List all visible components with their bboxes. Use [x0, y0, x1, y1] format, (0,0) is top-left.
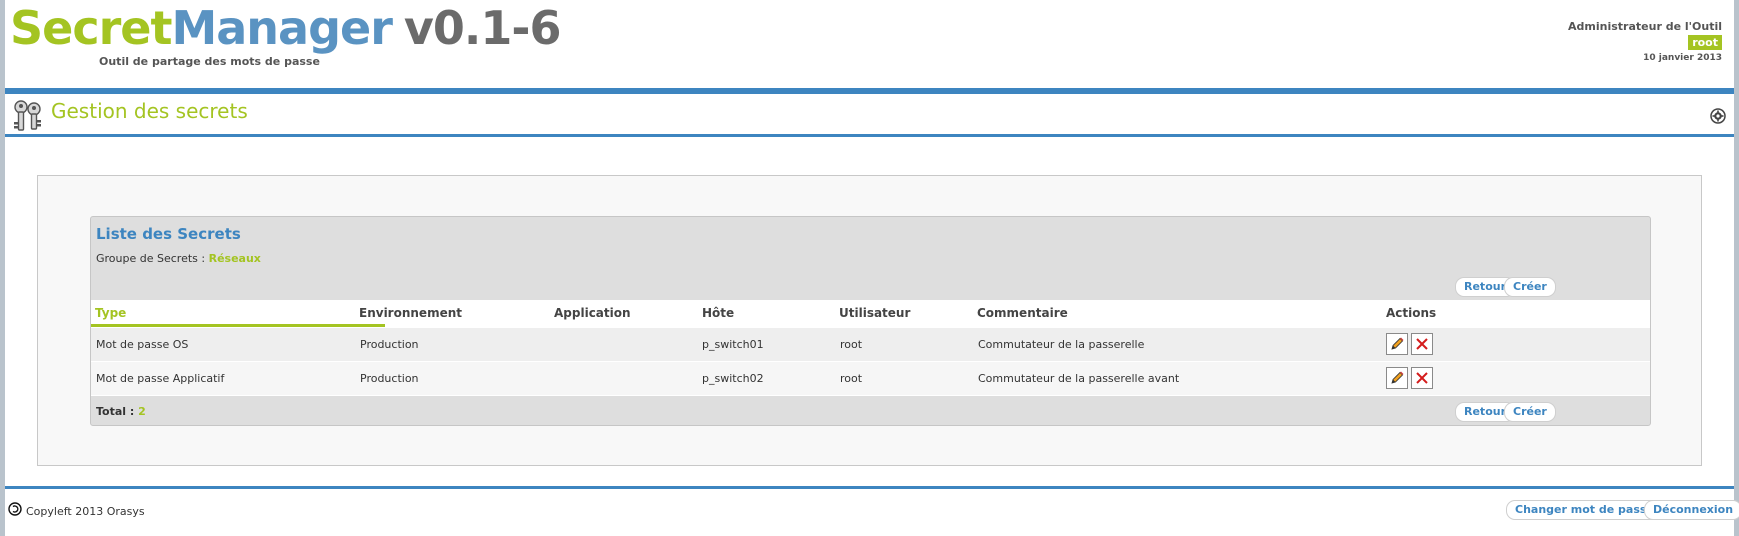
logo-manager: Manager [171, 1, 392, 55]
column-host[interactable]: Hôte [702, 306, 734, 320]
user-role: Administrateur de l'Outil [1568, 20, 1722, 33]
table-row: Mot de passe Applicatif Production p_swi… [91, 362, 1650, 396]
column-comment[interactable]: Commentaire [977, 306, 1068, 320]
cell-host: p_switch02 [702, 372, 764, 385]
group-info: Groupe de Secrets : Réseaux [96, 252, 261, 265]
page: SecretManager v0.1-6 Outil de partage des… [5, 0, 1739, 536]
gear-icon[interactable] [1710, 108, 1726, 124]
create-button-top[interactable]: Créer [1504, 277, 1556, 297]
app-logo: SecretManager v0.1-6 [10, 1, 562, 55]
delete-x-icon [1416, 372, 1428, 384]
column-environment[interactable]: Environnement [359, 306, 462, 320]
pencil-icon [1391, 371, 1404, 384]
current-date: 10 janvier 2013 [1643, 53, 1722, 63]
cell-type: Mot de passe OS [96, 338, 189, 351]
title-bar: Gestion des secrets [5, 94, 1734, 136]
secrets-table: Type Environnement Application Hôte Util… [91, 300, 1650, 396]
user-name-badge: root [1688, 35, 1722, 50]
cell-environment: Production [360, 372, 419, 385]
user-info: Administrateur de l'Outil root 10 janvie… [1568, 20, 1722, 63]
logo-secret: Secret [10, 1, 172, 55]
total-value: 2 [138, 405, 146, 418]
table-header: Type Environnement Application Hôte Util… [91, 300, 1650, 328]
cell-user: root [840, 338, 863, 351]
page-title: Gestion des secrets [51, 99, 248, 123]
sort-indicator [91, 324, 385, 327]
pencil-icon [1391, 337, 1404, 350]
column-user[interactable]: Utilisateur [839, 306, 910, 320]
logo-version: v0.1-6 [403, 1, 562, 55]
cell-host: p_switch01 [702, 338, 764, 351]
title-divider [5, 134, 1734, 137]
group-value: Réseaux [208, 252, 261, 265]
total-label: Total : [96, 405, 135, 418]
copyleft-icon [8, 502, 22, 516]
cell-type: Mot de passe Applicatif [96, 372, 225, 385]
cell-user: root [840, 372, 863, 385]
change-password-button[interactable]: Changer mot de passe [1506, 500, 1663, 520]
cell-comment: Commutateur de la passerelle avant [978, 372, 1180, 385]
app-tagline: Outil de partage des mots de passe [99, 55, 320, 68]
cell-environment: Production [360, 338, 419, 351]
column-application[interactable]: Application [554, 306, 631, 320]
delete-button[interactable] [1411, 333, 1433, 355]
header: SecretManager v0.1-6 Outil de partage des… [5, 0, 1734, 88]
column-type[interactable]: Type [95, 306, 126, 320]
table-row: Mot de passe OS Production p_switch01 ro… [91, 328, 1650, 362]
keys-icon [14, 100, 41, 131]
edit-button[interactable] [1386, 333, 1408, 355]
secrets-list-panel: Liste des Secrets Groupe de Secrets : Ré… [90, 216, 1651, 426]
total-count: Total : 2 [96, 405, 146, 418]
delete-button[interactable] [1411, 367, 1433, 389]
group-label: Groupe de Secrets : [96, 252, 206, 265]
edit-button[interactable] [1386, 367, 1408, 389]
footer-divider [5, 486, 1734, 489]
copyleft-text: Copyleft 2013 Orasys [26, 505, 145, 518]
cell-comment: Commutateur de la passerelle [978, 338, 1145, 351]
logout-button[interactable]: Déconnexion [1644, 500, 1739, 520]
column-actions: Actions [1386, 306, 1437, 320]
create-button-bottom[interactable]: Créer [1504, 402, 1556, 422]
main-content: Liste des Secrets Groupe de Secrets : Ré… [37, 175, 1702, 466]
list-title: Liste des Secrets [96, 225, 241, 243]
delete-x-icon [1416, 338, 1428, 350]
